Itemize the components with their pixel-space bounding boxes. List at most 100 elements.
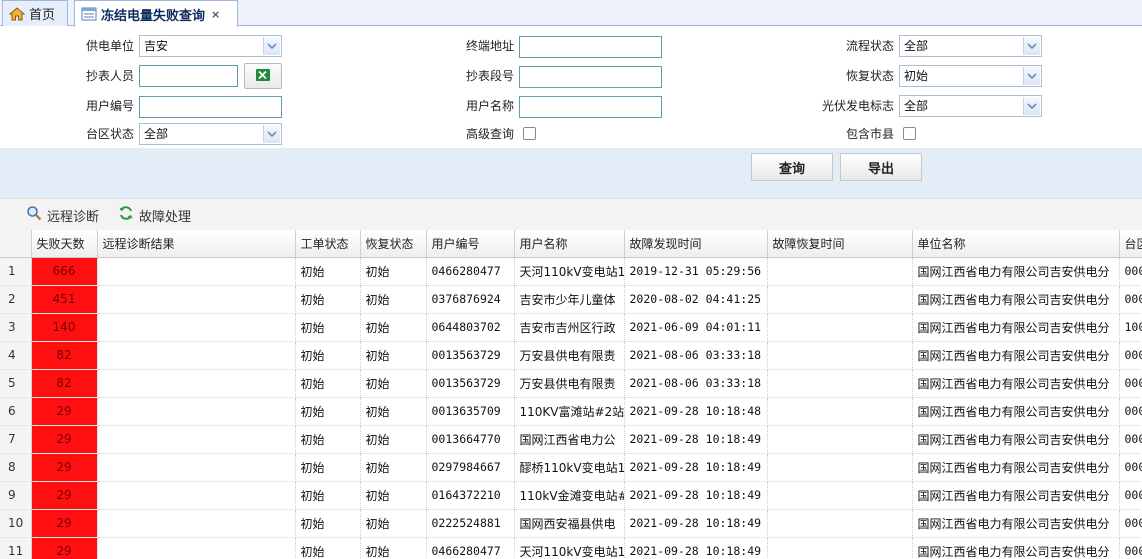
user-name-cell: 万安县供电有限责 [514, 341, 625, 370]
user-name-cell: 吉安市吉州区行政 [514, 313, 625, 342]
column-header[interactable]: 故障发现时间 [624, 230, 768, 258]
excel-button[interactable] [244, 63, 282, 89]
table-row[interactable]: 10 29 初始 初始 0222524881 国网西安福县供电 2021-09-28 10:… [0, 509, 1142, 538]
found-time-cell: 2021-09-28 10:18:49 [624, 425, 768, 454]
user-name-cell: 天河110kV变电站1 [514, 257, 625, 286]
recovered-time-cell [767, 397, 913, 426]
found-time-cell: 2021-09-28 10:18:49 [624, 453, 768, 482]
fail-days-cell: 29 [31, 481, 98, 510]
area-status-label: 台区状态 [85, 127, 134, 141]
row-number: 11 [0, 537, 32, 559]
diagnosis-result-cell [97, 285, 296, 314]
recovery-status-label: 恢复状态 [845, 69, 894, 83]
chevron-down-icon[interactable] [263, 37, 280, 55]
column-header[interactable]: 台区 [1119, 230, 1142, 258]
user-no-cell: 0466280477 [426, 257, 515, 286]
user-name-cell: 醪桥110kV变电站1 [514, 453, 625, 482]
recovered-time-cell [767, 509, 913, 538]
unit-name-cell: 国网江西省电力有限公司吉安供电分 [912, 397, 1120, 426]
results-table: 失败天数 远程诊断结果 工单状态 恢复状态 用户编号 用户名称 故障发现时间 故… [0, 230, 1142, 559]
table-row[interactable]: 7 29 初始 初始 0013664770 国网江西省电力公 2021-09-28 10:1… [0, 425, 1142, 454]
recovered-time-cell [767, 257, 913, 286]
column-header[interactable]: 远程诊断结果 [97, 230, 296, 258]
flow-status-label: 流程状态 [845, 39, 894, 53]
reader-label: 抄表人员 [85, 69, 134, 83]
row-number: 9 [0, 481, 32, 510]
area-status-select[interactable]: 全部 [139, 123, 282, 145]
table-row[interactable]: 11 29 初始 初始 0466280477 天河110kV变电站1 2021-09-28 … [0, 537, 1142, 559]
area-cell: 100 [1119, 313, 1142, 342]
terminal-addr-input[interactable] [519, 36, 662, 58]
user-no-cell: 0297984667 [426, 453, 515, 482]
remote-diagnosis-button[interactable]: 远程诊断 [26, 199, 99, 231]
table-row[interactable]: 8 29 初始 初始 0297984667 醪桥110kV变电站1 2021-09-28 1… [0, 453, 1142, 482]
area-cell: 000 [1119, 369, 1142, 398]
tab-freeze-failure-query[interactable]: 冻结电量失败查询 × [74, 0, 238, 27]
column-header[interactable]: 恢复状态 [360, 230, 427, 258]
table-row[interactable]: 3 140 初始 初始 0644803702 吉安市吉州区行政 2021-06-09 04:… [0, 313, 1142, 342]
user-no-cell: 0013664770 [426, 425, 515, 454]
recovery-status-select[interactable]: 初始 [899, 65, 1042, 87]
refresh-icon [118, 205, 139, 225]
column-header[interactable]: 故障恢复时间 [767, 230, 913, 258]
row-number: 4 [0, 341, 32, 370]
column-header[interactable]: 用户名称 [514, 230, 625, 258]
document-icon [81, 7, 97, 21]
found-time-cell: 2021-09-28 10:18:49 [624, 537, 768, 559]
user-no-input[interactable] [139, 96, 282, 118]
table-row[interactable]: 1 666 初始 初始 0466280477 天河110kV变电站1 2019-12-31 … [0, 257, 1142, 286]
export-button[interactable]: 导出 [840, 153, 922, 181]
order-status-cell: 初始 [295, 537, 361, 559]
row-number: 7 [0, 425, 32, 454]
advanced-query-checkbox[interactable] [523, 127, 536, 140]
user-no-cell: 0222524881 [426, 509, 515, 538]
excel-icon [255, 68, 271, 85]
recovered-time-cell [767, 369, 913, 398]
table-row[interactable]: 5 82 初始 初始 0013563729 万安县供电有限责 2021-08-06 03:3… [0, 369, 1142, 398]
column-header[interactable]: 用户编号 [426, 230, 515, 258]
table-row[interactable]: 9 29 初始 初始 0164372210 110kV金滩变电站# 2021-09-28 1… [0, 481, 1142, 510]
reading-section-input[interactable] [519, 66, 662, 88]
diagnosis-result-cell [97, 453, 296, 482]
table-row[interactable]: 4 82 初始 初始 0013563729 万安县供电有限责 2021-08-06 03:3… [0, 341, 1142, 370]
chevron-down-icon[interactable] [1023, 97, 1040, 115]
advanced-query-label: 高级查询 [465, 127, 514, 141]
tab-active-label: 冻结电量失败查询 [101, 8, 206, 24]
fail-days-cell: 29 [31, 397, 98, 426]
chevron-down-icon[interactable] [263, 125, 280, 143]
found-time-cell: 2021-08-06 03:33:18 [624, 341, 768, 370]
include-city-checkbox[interactable] [903, 127, 916, 140]
user-name-cell: 国网西安福县供电 [514, 509, 625, 538]
found-time-cell: 2021-09-28 10:18:48 [624, 397, 768, 426]
user-no-cell: 0644803702 [426, 313, 515, 342]
fault-handling-button[interactable]: 故障处理 [118, 199, 191, 231]
area-cell: 000 [1119, 481, 1142, 510]
table-row[interactable]: 6 29 初始 初始 0013635709 110KV富滩站#2站 2021-09-28 1… [0, 397, 1142, 426]
column-header[interactable]: 单位名称 [912, 230, 1120, 258]
supply-unit-select[interactable]: 吉安 [139, 35, 282, 57]
user-name-input[interactable] [519, 96, 662, 118]
flow-status-select[interactable]: 全部 [899, 35, 1042, 57]
table-row[interactable]: 2 451 初始 初始 0376876924 吉安市少年儿童体 2020-08-02 04:… [0, 285, 1142, 314]
column-header[interactable]: 工单状态 [295, 230, 361, 258]
recovery-status-cell: 初始 [360, 369, 427, 398]
unit-name-cell: 国网江西省电力有限公司吉安供电分 [912, 425, 1120, 454]
unit-name-cell: 国网江西省电力有限公司吉安供电分 [912, 313, 1120, 342]
chevron-down-icon[interactable] [1023, 37, 1040, 55]
order-status-cell: 初始 [295, 453, 361, 482]
tab-home[interactable]: 首页 [2, 0, 68, 26]
pv-flag-select[interactable]: 全部 [899, 95, 1042, 117]
order-status-cell: 初始 [295, 369, 361, 398]
fail-days-cell: 29 [31, 537, 98, 559]
row-number: 10 [0, 509, 32, 538]
magnifier-icon [26, 205, 47, 225]
recovery-status-cell: 初始 [360, 453, 427, 482]
remote-diagnosis-label: 远程诊断 [47, 209, 100, 225]
reader-input[interactable] [139, 65, 238, 87]
query-button[interactable]: 查询 [751, 153, 833, 181]
diagnosis-result-cell [97, 481, 296, 510]
close-icon[interactable]: × [211, 8, 220, 21]
chevron-down-icon[interactable] [1023, 67, 1040, 85]
table-header-row: 失败天数 远程诊断结果 工单状态 恢复状态 用户编号 用户名称 故障发现时间 故… [0, 230, 1142, 258]
column-header[interactable]: 失败天数 [31, 230, 98, 258]
